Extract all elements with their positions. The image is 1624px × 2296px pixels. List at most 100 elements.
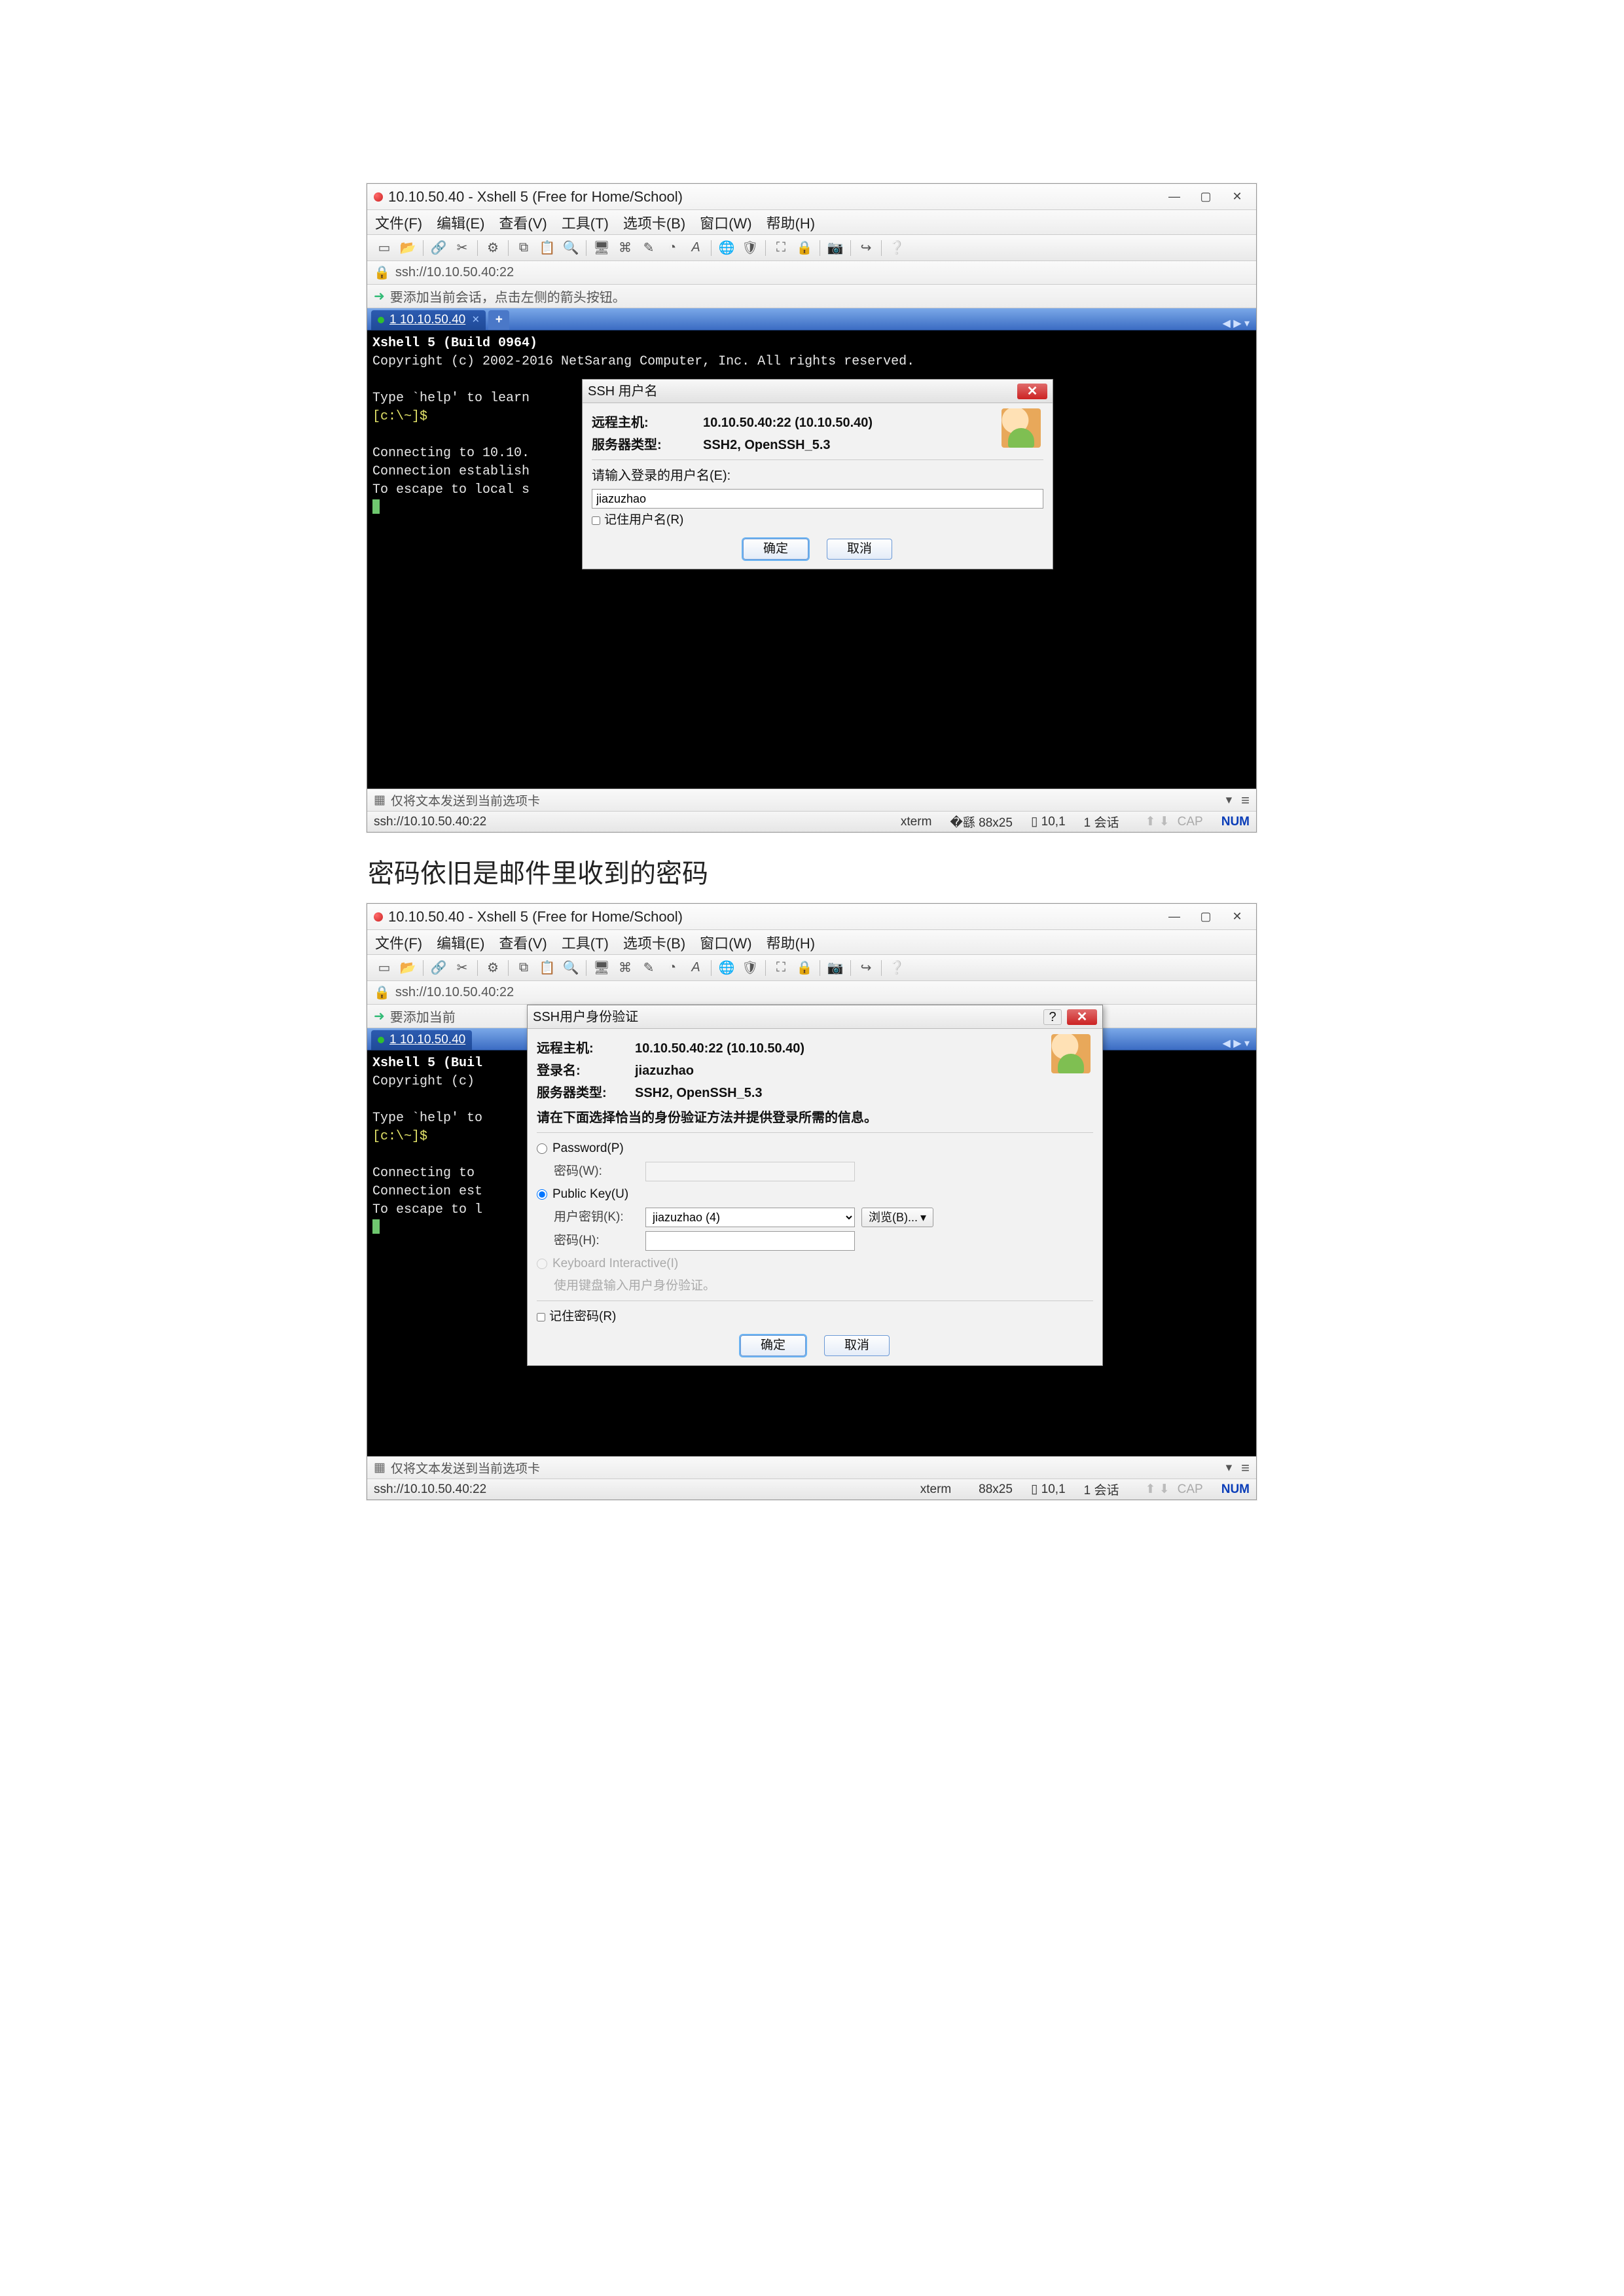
paste-icon[interactable]: 📋 [538, 959, 556, 977]
username-input[interactable] [592, 489, 1043, 509]
tab-pager[interactable]: ◀ ▶ ▾ [1216, 317, 1256, 330]
status-size: �繇 88x25 [950, 813, 1013, 831]
auth-publickey-radio[interactable]: Public Key(U) [537, 1185, 1093, 1204]
remember-password-checkbox[interactable]: 记住密码(R) [537, 1308, 1093, 1326]
menu-edit[interactable]: 编辑(E) [437, 212, 484, 233]
session-manager-icon[interactable]: 🖥 [592, 239, 611, 257]
auth-password-radio[interactable]: Password(P) [537, 1139, 1093, 1158]
cancel-button[interactable]: 取消 [827, 539, 892, 560]
userkey-select[interactable]: jiazuzhao (4) [645, 1208, 855, 1227]
menu-tools[interactable]: 工具(T) [562, 212, 609, 233]
terminal-area[interactable]: Xshell 5 (Build 0964) Copyright (c) 2002… [367, 331, 1256, 789]
menu-window[interactable]: 窗口(W) [700, 932, 751, 953]
tab-pager[interactable]: ◀ ▶ ▾ [1216, 1037, 1256, 1050]
search-icon[interactable]: 🔍 [562, 959, 580, 977]
browse-button[interactable]: 浏览(B)...▾ [861, 1208, 933, 1227]
send-bar-text: 仅将文本发送到当前选项卡 [391, 791, 540, 809]
new-session-icon[interactable]: ▭ [375, 239, 393, 257]
quick-command-icon[interactable]: ⌘ [616, 959, 634, 977]
compose-icon[interactable]: ✎ [640, 959, 658, 977]
send-menu-icon[interactable]: ≡ [1241, 1460, 1250, 1477]
lock-icon[interactable]: 🔒 [795, 959, 814, 977]
copy-icon[interactable]: ⧉ [514, 959, 533, 977]
terminal-area[interactable]: Xshell 5 (Buil Copyright (c) Type `help'… [367, 1050, 1256, 1456]
properties-icon[interactable]: ⚙ [484, 959, 502, 977]
add-arrow-icon[interactable]: ➜ [374, 288, 385, 304]
connect-icon[interactable]: 🔗 [429, 959, 448, 977]
xagent-icon[interactable]: 🛡 [741, 239, 759, 257]
color-icon[interactable]: ◔ [663, 959, 681, 977]
xftp-icon[interactable]: 🌐 [717, 959, 736, 977]
menu-view[interactable]: 查看(V) [499, 212, 547, 233]
connect-icon[interactable]: 🔗 [429, 239, 448, 257]
font-icon[interactable]: A [687, 959, 705, 977]
session-tab[interactable]: 1 10.10.50.40 [371, 1030, 472, 1050]
menu-file[interactable]: 文件(F) [375, 212, 422, 233]
address-text[interactable]: ssh://10.10.50.40:22 [395, 985, 514, 1000]
maximize-button[interactable]: ▢ [1191, 908, 1221, 925]
remember-username-checkbox[interactable]: 记住用户名(R) [592, 511, 1043, 529]
open-icon[interactable]: 📂 [399, 959, 417, 977]
add-arrow-icon[interactable]: ➜ [374, 1008, 385, 1024]
dialog-close-button[interactable]: ✕ [1067, 1009, 1097, 1025]
send-dropdown-icon[interactable]: ▾ [1226, 793, 1233, 808]
dialog-close-button[interactable]: ✕ [1017, 384, 1047, 399]
ok-button[interactable]: 确定 [740, 1335, 806, 1356]
copy-icon[interactable]: ⧉ [514, 239, 533, 257]
cancel-button[interactable]: 取消 [824, 1335, 890, 1356]
open-icon[interactable]: 📂 [399, 239, 417, 257]
close-button[interactable]: ✕ [1222, 908, 1252, 925]
session-tab[interactable]: 1 10.10.50.40 × [371, 310, 486, 330]
screenshot-icon[interactable]: 📷 [826, 239, 844, 257]
address-text[interactable]: ssh://10.10.50.40:22 [395, 265, 514, 280]
color-icon[interactable]: ◔ [663, 239, 681, 257]
auth-instruction: 请在下面选择恰当的身份验证方法并提供登录所需的信息。 [537, 1109, 1093, 1127]
logout-icon[interactable]: ↪ [857, 239, 875, 257]
minimize-button[interactable]: — [1159, 908, 1189, 925]
menu-view[interactable]: 查看(V) [499, 932, 547, 953]
menu-edit[interactable]: 编辑(E) [437, 932, 484, 953]
lock-icon[interactable]: 🔒 [795, 239, 814, 257]
menu-help[interactable]: 帮助(H) [767, 212, 816, 233]
close-button[interactable]: ✕ [1222, 188, 1252, 206]
fullscreen-icon[interactable]: ⛶ [772, 959, 790, 977]
minimize-button[interactable]: — [1159, 188, 1189, 206]
add-tab-button[interactable]: + [488, 310, 509, 330]
send-icon[interactable]: ▦ [374, 793, 386, 808]
disconnect-icon[interactable]: ✂ [453, 239, 471, 257]
help-icon[interactable]: ❔ [888, 239, 906, 257]
help-icon[interactable]: ❔ [888, 959, 906, 977]
status-cursor-pos: ▯ 10,1 [1031, 1482, 1066, 1497]
maximize-button[interactable]: ▢ [1191, 188, 1221, 206]
xagent-icon[interactable]: 🛡 [741, 959, 759, 977]
logout-icon[interactable]: ↪ [857, 959, 875, 977]
search-icon[interactable]: 🔍 [562, 239, 580, 257]
dialog-help-button[interactable]: ? [1043, 1009, 1062, 1025]
menu-tabs[interactable]: 选项卡(B) [623, 932, 685, 953]
session-manager-icon[interactable]: 🖥 [592, 959, 611, 977]
disconnect-icon[interactable]: ✂ [453, 959, 471, 977]
menu-help[interactable]: 帮助(H) [767, 932, 816, 953]
window-title: 10.10.50.40 - Xshell 5 (Free for Home/Sc… [388, 908, 1159, 925]
ok-button[interactable]: 确定 [743, 539, 808, 560]
tab-close-icon[interactable]: × [472, 313, 479, 327]
fullscreen-icon[interactable]: ⛶ [772, 239, 790, 257]
send-dropdown-icon[interactable]: ▾ [1226, 1460, 1233, 1475]
xftp-icon[interactable]: 🌐 [717, 239, 736, 257]
screenshot-icon[interactable]: 📷 [826, 959, 844, 977]
menu-file[interactable]: 文件(F) [375, 932, 422, 953]
menu-tools[interactable]: 工具(T) [562, 932, 609, 953]
send-menu-icon[interactable]: ≡ [1241, 792, 1250, 809]
new-session-icon[interactable]: ▭ [375, 959, 393, 977]
passphrase-input[interactable] [645, 1231, 855, 1251]
menu-tabs[interactable]: 选项卡(B) [623, 212, 685, 233]
properties-icon[interactable]: ⚙ [484, 239, 502, 257]
paste-icon[interactable]: 📋 [538, 239, 556, 257]
menu-window[interactable]: 窗口(W) [700, 212, 751, 233]
window-title: 10.10.50.40 - Xshell 5 (Free for Home/Sc… [388, 188, 1159, 206]
window-titlebar: 10.10.50.40 - Xshell 5 (Free for Home/Sc… [367, 184, 1256, 210]
send-icon[interactable]: ▦ [374, 1460, 386, 1475]
quick-command-icon[interactable]: ⌘ [616, 239, 634, 257]
font-icon[interactable]: A [687, 239, 705, 257]
compose-icon[interactable]: ✎ [640, 239, 658, 257]
